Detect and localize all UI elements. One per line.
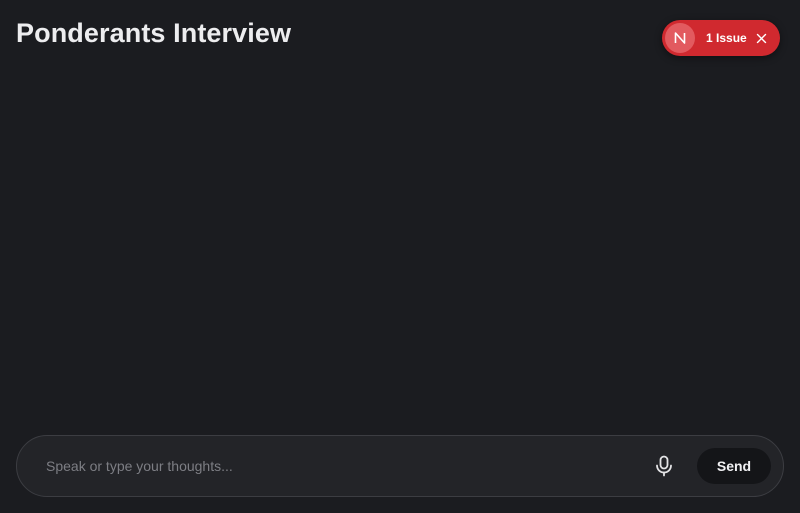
microphone-icon[interactable]: [647, 449, 681, 483]
nextjs-logo-glyph: [674, 32, 686, 44]
app-root: Ponderants Interview 1 Issue Send: [0, 0, 800, 513]
issues-count-label: 1 Issue: [706, 31, 747, 45]
close-icon[interactable]: [755, 31, 769, 45]
nextjs-logo-icon: [665, 23, 695, 53]
page-title: Ponderants Interview: [16, 18, 292, 48]
issues-badge[interactable]: 1 Issue: [662, 20, 780, 56]
send-button[interactable]: Send: [697, 448, 771, 484]
message-input[interactable]: [46, 451, 647, 481]
message-composer: Send: [16, 435, 784, 497]
